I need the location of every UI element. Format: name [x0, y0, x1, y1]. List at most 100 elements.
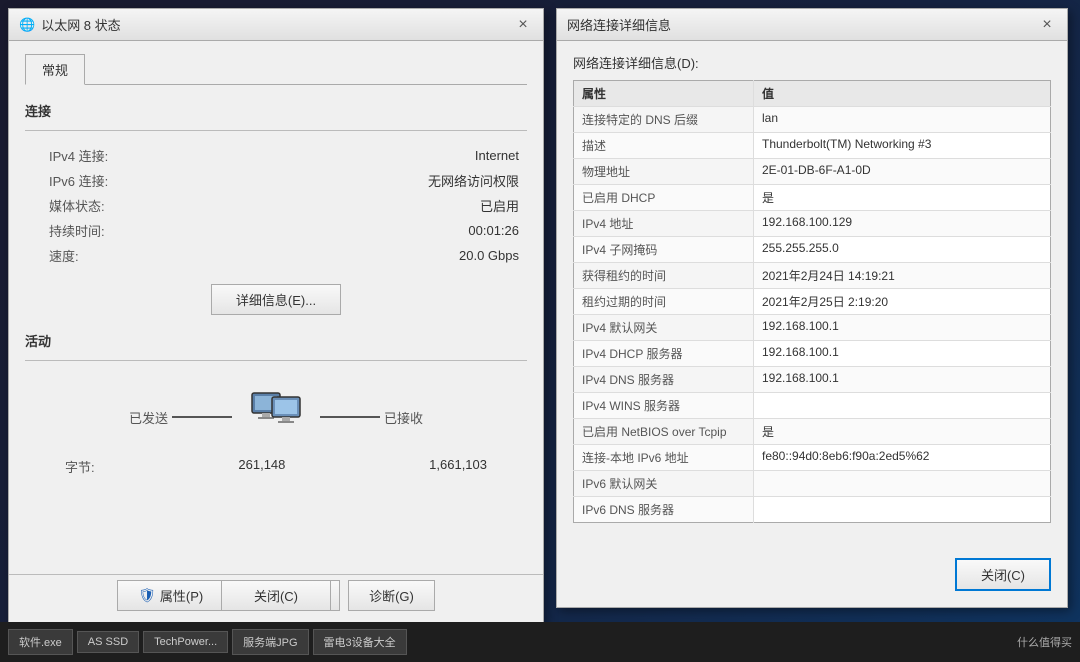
taskbar-item-server[interactable]: 服务端JPG	[232, 629, 308, 655]
taskbar-item-techpower[interactable]: TechPower...	[143, 631, 228, 653]
val-ipv6-local: fe80::94d0:8eb6:f90a:2ed5%62	[754, 445, 1051, 471]
list-item: IPv4 地址 192.168.100.129	[574, 211, 1051, 237]
list-item: 连接-本地 IPv6 地址 fe80::94d0:8eb6:f90a:2ed5%…	[574, 445, 1051, 471]
received-label: 已接收	[384, 408, 423, 427]
prop-dhcp-server: IPv4 DHCP 服务器	[574, 341, 754, 367]
prop-dns-server: IPv4 DNS 服务器	[574, 367, 754, 393]
prop-wins-server: IPv4 WINS 服务器	[574, 393, 754, 419]
close-button-detail[interactable]: ×	[1037, 15, 1057, 35]
table-header-row: 属性 值	[574, 81, 1051, 107]
label-ipv6: IPv6 连接:	[25, 168, 145, 193]
val-lease-obtained: 2021年2月24日 14:19:21	[754, 263, 1051, 289]
window-status: 🌐 以太网 8 状态 × 常规 连接 IPv4 连接: Internet IPv…	[8, 8, 544, 628]
prop-mac: 物理地址	[574, 159, 754, 185]
label-media: 媒体状态:	[25, 193, 145, 218]
label-duration: 持续时间:	[25, 218, 145, 243]
activity-bytes: 字节: 261,148 1,661,103	[25, 453, 527, 480]
network-computer-icon	[244, 389, 308, 445]
value-speed: 20.0 Gbps	[145, 243, 527, 268]
table-row: IPv4 连接: Internet	[25, 143, 527, 168]
close-main-button[interactable]: 关闭(C)	[221, 580, 331, 611]
prop-description: 描述	[574, 133, 754, 159]
desktop: 🌐 以太网 8 状态 × 常规 连接 IPv4 连接: Internet IPv…	[0, 0, 1080, 662]
window-title-detail: 网络连接详细信息	[567, 15, 671, 34]
titlebar-detail: 网络连接详细信息 ×	[557, 9, 1067, 41]
tabs-container: 常规	[25, 53, 527, 85]
window-title-text-status: 以太网 8 状态	[41, 15, 120, 34]
val-lease-expires: 2021年2月25日 2:19:20	[754, 289, 1051, 315]
taskbar: 软件.exe AS SSD TechPower... 服务端JPG 雷电3设备大…	[0, 622, 1080, 662]
list-item: IPv4 DNS 服务器 192.168.100.1	[574, 367, 1051, 393]
value-ipv4: Internet	[145, 143, 527, 168]
detail-button[interactable]: 详细信息(E)...	[211, 284, 341, 315]
prop-dhcp-enabled: 已启用 DHCP	[574, 185, 754, 211]
list-item: 连接特定的 DNS 后缀 lan	[574, 107, 1051, 133]
list-item: IPv6 默认网关	[574, 471, 1051, 497]
val-netbios: 是	[754, 419, 1051, 445]
detail-content: 网络连接详细信息(D): 属性 值 连接特定的 DNS 后缀 lan 描述 Th…	[557, 41, 1067, 535]
activity-section-header: 活动	[25, 331, 527, 352]
window-title-text-detail: 网络连接详细信息	[567, 15, 671, 34]
received-bytes-value: 1,661,103	[429, 457, 487, 476]
connection-section-header: 连接	[25, 101, 527, 122]
list-item: 租约过期的时间 2021年2月25日 2:19:20	[574, 289, 1051, 315]
activity-visual: 已发送	[25, 373, 527, 453]
val-gateway: 192.168.100.1	[754, 315, 1051, 341]
val-ipv4-addr: 192.168.100.129	[754, 211, 1051, 237]
prop-gateway: IPv4 默认网关	[574, 315, 754, 341]
detail-table: 属性 值 连接特定的 DNS 后缀 lan 描述 Thunderbolt(TM)…	[573, 80, 1051, 523]
list-item: 已启用 NetBIOS over Tcpip 是	[574, 419, 1051, 445]
prop-ipv4-addr: IPv4 地址	[574, 211, 754, 237]
list-item: 已启用 DHCP 是	[574, 185, 1051, 211]
val-description: Thunderbolt(TM) Networking #3	[754, 133, 1051, 159]
prop-ipv6-dns: IPv6 DNS 服务器	[574, 497, 754, 523]
connection-info-table: IPv4 连接: Internet IPv6 连接: 无网络访问权限 媒体状态:…	[25, 143, 527, 268]
sent-bytes-value: 261,148	[238, 457, 285, 476]
prop-ipv6-gateway: IPv6 默认网关	[574, 471, 754, 497]
prop-netbios: 已启用 NetBIOS over Tcpip	[574, 419, 754, 445]
taskbar-item-software[interactable]: 软件.exe	[8, 629, 73, 655]
table-row: 媒体状态: 已启用	[25, 193, 527, 218]
list-item: IPv4 WINS 服务器	[574, 393, 1051, 419]
sent-label: 已发送	[129, 408, 168, 427]
taskbar-item-thunder[interactable]: 雷电3设备大全	[313, 629, 407, 655]
window-content-status: 常规 连接 IPv4 连接: Internet IPv6 连接: 无网络访问权限…	[9, 41, 543, 492]
taskbar-item-asssd[interactable]: AS SSD	[77, 631, 139, 653]
label-speed: 速度:	[25, 243, 145, 268]
prop-subnet: IPv4 子网掩码	[574, 237, 754, 263]
col-property-header: 属性	[574, 81, 754, 107]
sent-line	[172, 416, 232, 418]
value-ipv6: 无网络访问权限	[145, 168, 527, 193]
value-duration: 00:01:26	[145, 218, 527, 243]
bytes-label: 字节:	[65, 457, 95, 476]
prop-lease-obtained: 获得租约的时间	[574, 263, 754, 289]
val-wins-server	[754, 393, 1051, 419]
val-dhcp-server: 192.168.100.1	[754, 341, 1051, 367]
watermark-text: 什么值得买	[1017, 634, 1072, 650]
value-media: 已启用	[145, 193, 527, 218]
window-detail: 网络连接详细信息 × 网络连接详细信息(D): 属性 值 连接特定的 DNS 后…	[556, 8, 1068, 608]
val-dns-suffix: lan	[754, 107, 1051, 133]
close-button-status[interactable]: ×	[513, 15, 533, 35]
list-item: 描述 Thunderbolt(TM) Networking #3	[574, 133, 1051, 159]
val-dns-server: 192.168.100.1	[754, 367, 1051, 393]
list-item: 物理地址 2E-01-DB-6F-A1-0D	[574, 159, 1051, 185]
val-dhcp-enabled: 是	[754, 185, 1051, 211]
network-title-icon: 🌐	[19, 17, 35, 33]
close-detail-button[interactable]: 关闭(C)	[955, 558, 1051, 591]
col-value-header: 值	[754, 81, 1051, 107]
detail-section-title: 网络连接详细信息(D):	[573, 53, 1051, 72]
tab-general[interactable]: 常规	[25, 54, 85, 85]
prop-dns-suffix: 连接特定的 DNS 后缀	[574, 107, 754, 133]
list-item: IPv4 子网掩码 255.255.255.0	[574, 237, 1051, 263]
list-item: IPv6 DNS 服务器	[574, 497, 1051, 523]
label-ipv4: IPv4 连接:	[25, 143, 145, 168]
detail-bottom-buttons: 关闭(C)	[955, 558, 1051, 591]
window-title-status: 🌐 以太网 8 状态	[19, 15, 121, 34]
table-row: 速度: 20.0 Gbps	[25, 243, 527, 268]
table-row: IPv6 连接: 无网络访问权限	[25, 168, 527, 193]
activity-section: 活动 已发送	[25, 331, 527, 480]
connection-divider	[25, 130, 527, 131]
titlebar-status: 🌐 以太网 8 状态 ×	[9, 9, 543, 41]
val-mac: 2E-01-DB-6F-A1-0D	[754, 159, 1051, 185]
